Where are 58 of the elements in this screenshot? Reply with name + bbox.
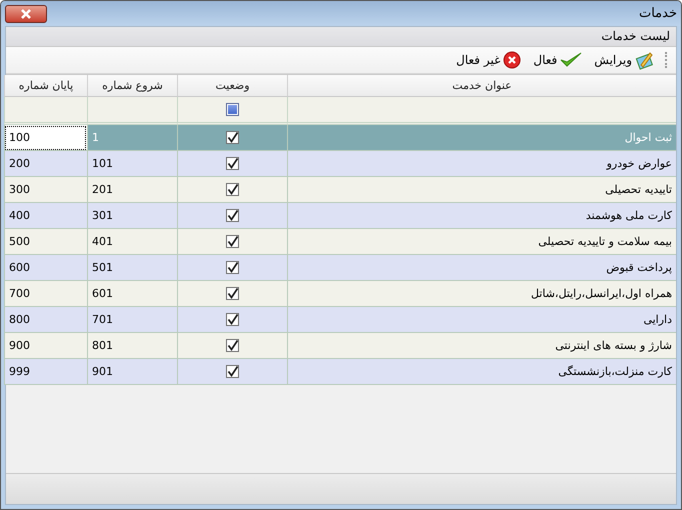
table-cell: 801: [87, 333, 177, 359]
table-cell: تاییدیه تحصیلی: [287, 177, 676, 203]
table-cell: 601: [87, 281, 177, 307]
close-icon: [19, 8, 33, 18]
table-cell: 600: [4, 255, 87, 281]
table-cell: پرداخت قبوض: [287, 255, 676, 281]
table-cell: همراه اول،ایرانسل،رایتل،شاتل: [287, 281, 676, 307]
table-cell: ثبت احوال: [287, 125, 676, 151]
checkbox[interactable]: [226, 157, 239, 170]
table-cell: 700: [4, 281, 87, 307]
table-cell: 300: [4, 177, 87, 203]
filter-cell[interactable]: [287, 97, 676, 125]
table-cell: 301: [87, 203, 177, 229]
filter-checkbox[interactable]: [226, 103, 239, 116]
table-cell: کارت منزلت،بازنشستگی: [287, 359, 676, 385]
checkbox[interactable]: [226, 313, 239, 326]
pencil-notepad-icon: [635, 50, 655, 70]
table-cell: 400: [4, 203, 87, 229]
column-header[interactable]: شروع شماره: [87, 75, 177, 97]
table-cell: 1: [87, 125, 177, 151]
close-icon: [503, 51, 522, 69]
checkbox[interactable]: [226, 183, 239, 196]
table-cell: 701: [87, 307, 177, 333]
table-cell: شارژ و بسته های اینترنتی: [287, 333, 676, 359]
table-cell: 201: [87, 177, 177, 203]
column-header[interactable]: پایان شماره: [4, 75, 87, 97]
table-cell: 501: [87, 255, 177, 281]
table-cell: 500: [4, 229, 87, 255]
filter-cell[interactable]: [4, 97, 87, 125]
checkbox[interactable]: [226, 209, 239, 222]
filter-cell[interactable]: [87, 97, 177, 125]
checkbox[interactable]: [226, 365, 239, 378]
table-cell: 200: [4, 151, 87, 177]
table-cell: 999: [4, 359, 87, 385]
checkbox[interactable]: [226, 131, 239, 144]
table-cell: 100: [4, 125, 87, 151]
checkbox[interactable]: [226, 235, 239, 248]
window-title: خدمات: [638, 6, 677, 21]
table-cell: بیمه سلامت و تاییدیه تحصیلی: [287, 229, 676, 255]
table-cell: 901: [87, 359, 177, 385]
checkbox[interactable]: [226, 287, 239, 300]
checkbox[interactable]: [226, 261, 239, 274]
table-cell: 800: [4, 307, 87, 333]
edit-button[interactable]: ویرایش: [592, 48, 657, 72]
close-button[interactable]: [5, 4, 47, 22]
table-cell: عوارض خودرو: [287, 151, 676, 177]
checkbox[interactable]: [226, 339, 239, 352]
table-cell: دارایی: [287, 307, 676, 333]
panel-caption: لیست خدمات: [6, 27, 676, 47]
checkmark-icon: [560, 51, 582, 69]
table-cell: 900: [4, 333, 87, 359]
table-cell: 401: [87, 229, 177, 255]
deactivate-button[interactable]: غیر فعال: [454, 49, 524, 71]
table-cell: کارت ملی هوشمند: [287, 203, 676, 229]
column-header[interactable]: عنوان خدمت: [287, 75, 676, 97]
table-cell: 101: [87, 151, 177, 177]
activate-button[interactable]: فعال: [531, 49, 584, 71]
column-header[interactable]: وضعیت: [177, 75, 287, 97]
